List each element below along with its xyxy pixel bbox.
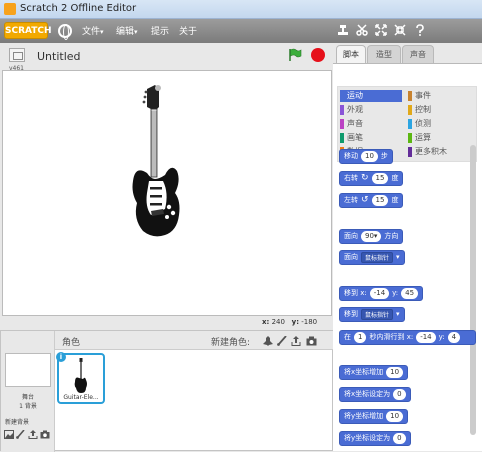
help-icon[interactable] [413,23,427,37]
grow-icon[interactable] [374,23,388,37]
stage-thumbnail[interactable] [5,353,51,387]
palette-scrollbar[interactable] [470,145,476,435]
project-title[interactable]: Untitled [37,50,81,63]
block-glide[interactable]: 在 1 秒内滑行到 x: -14 y: 4 [339,330,476,345]
guitar-sprite[interactable] [129,83,185,243]
duplicate-stamp-icon[interactable] [336,23,350,37]
camera-sprite-icon[interactable] [306,336,317,346]
new-backdrop-label: 新建背景 [5,419,30,426]
scratch-logo[interactable]: SCRATCH [4,22,52,39]
menu-bar: SCRATCH 文件▾ 编辑▾ 提示 关于 [0,19,482,43]
backdrop-library-icon[interactable] [4,430,14,439]
category-control[interactable]: 控制 [408,104,474,116]
category-looks[interactable]: 外观 [340,104,402,116]
block-set-x[interactable]: 将x坐标设定为 0 [339,387,411,402]
category-events[interactable]: 事件 [408,90,474,102]
sprite-library-icon[interactable] [263,336,273,346]
block-goto[interactable]: 移到 鼠标指针 ▾ [339,307,405,322]
menu-about[interactable]: 关于 [179,24,197,37]
block-turn-right[interactable]: 右转 ↻ 15 度 [339,171,404,186]
block-point-direction[interactable]: 面向 90▾ 方向 [339,229,404,244]
stop-button[interactable] [311,48,325,62]
stage-canvas[interactable] [2,70,332,316]
block-goto-xy[interactable]: 移到 x: -14 y: 45 [339,286,424,301]
shrink-icon[interactable] [393,23,407,37]
window-title: Scratch 2 Offline Editor [20,3,137,14]
sprites-label: 角色 [62,338,81,348]
stage-column: 舞台 1 背景 新建背景 [1,331,55,452]
category-sensing[interactable]: 侦测 [408,118,474,130]
sprite-name: Guitar-Ele... [63,394,99,401]
tab-scripts[interactable]: 脚本 [336,45,366,63]
stage-header: v461 Untitled [0,43,333,72]
info-icon[interactable]: i [56,352,66,362]
menu-edit[interactable]: 编辑▾ [116,24,138,37]
rotate-left-icon: ↺ [361,195,369,205]
presentation-mode-icon[interactable] [9,48,25,62]
block-change-x[interactable]: 将x坐标增加 10 [339,365,409,380]
rotate-right-icon: ↻ [361,173,369,183]
tab-costumes[interactable]: 造型 [367,45,401,63]
language-globe-icon[interactable] [58,24,72,40]
category-pen[interactable]: 画笔 [340,132,402,144]
mouse-coordinates: x: 240 y: -180 [262,318,318,326]
delete-scissors-icon[interactable] [355,23,369,37]
camera-icon[interactable] [40,430,50,439]
sprite-header: 角色 新建角色: [55,331,333,350]
block-change-y[interactable]: 将y坐标增加 10 [339,409,409,424]
app-icon [4,3,16,15]
paint-new-sprite-icon[interactable] [277,335,287,346]
upload-sprite-icon[interactable] [291,336,301,346]
sprite-tile-guitar[interactable]: i Guitar-Ele... [56,352,105,404]
block-set-y[interactable]: 将y坐标设定为 0 [339,431,411,446]
category-sound[interactable]: 声音 [340,118,402,130]
category-motion[interactable]: 运动 [340,90,402,102]
upload-icon[interactable] [28,430,38,439]
stage-label: 舞台 [21,394,34,401]
block-move-steps[interactable]: 移动 10 步 [339,149,393,164]
paint-brush-icon[interactable] [16,429,26,439]
block-turn-left[interactable]: 左转 ↺ 15 度 [339,193,404,208]
menu-file[interactable]: 文件▾ [82,24,104,37]
green-flag-icon[interactable] [288,48,302,62]
sprite-pane: 舞台 1 背景 新建背景 角色 新建角色: i Guitar-Ele... [0,330,333,452]
category-more-blocks[interactable]: 更多积木 [408,146,474,158]
block-point-towards[interactable]: 面向 鼠标指针 ▾ [339,250,405,265]
title-bar: Scratch 2 Offline Editor [0,0,482,19]
category-operators[interactable]: 运算 [408,132,474,144]
menu-tips[interactable]: 提示 [151,24,169,37]
sprite-thumbnail [74,358,87,393]
tab-sounds[interactable]: 声音 [402,45,434,63]
new-sprite-label: 新建角色: [211,338,251,348]
stage-backdrop-count: 1 背景 [19,403,37,410]
